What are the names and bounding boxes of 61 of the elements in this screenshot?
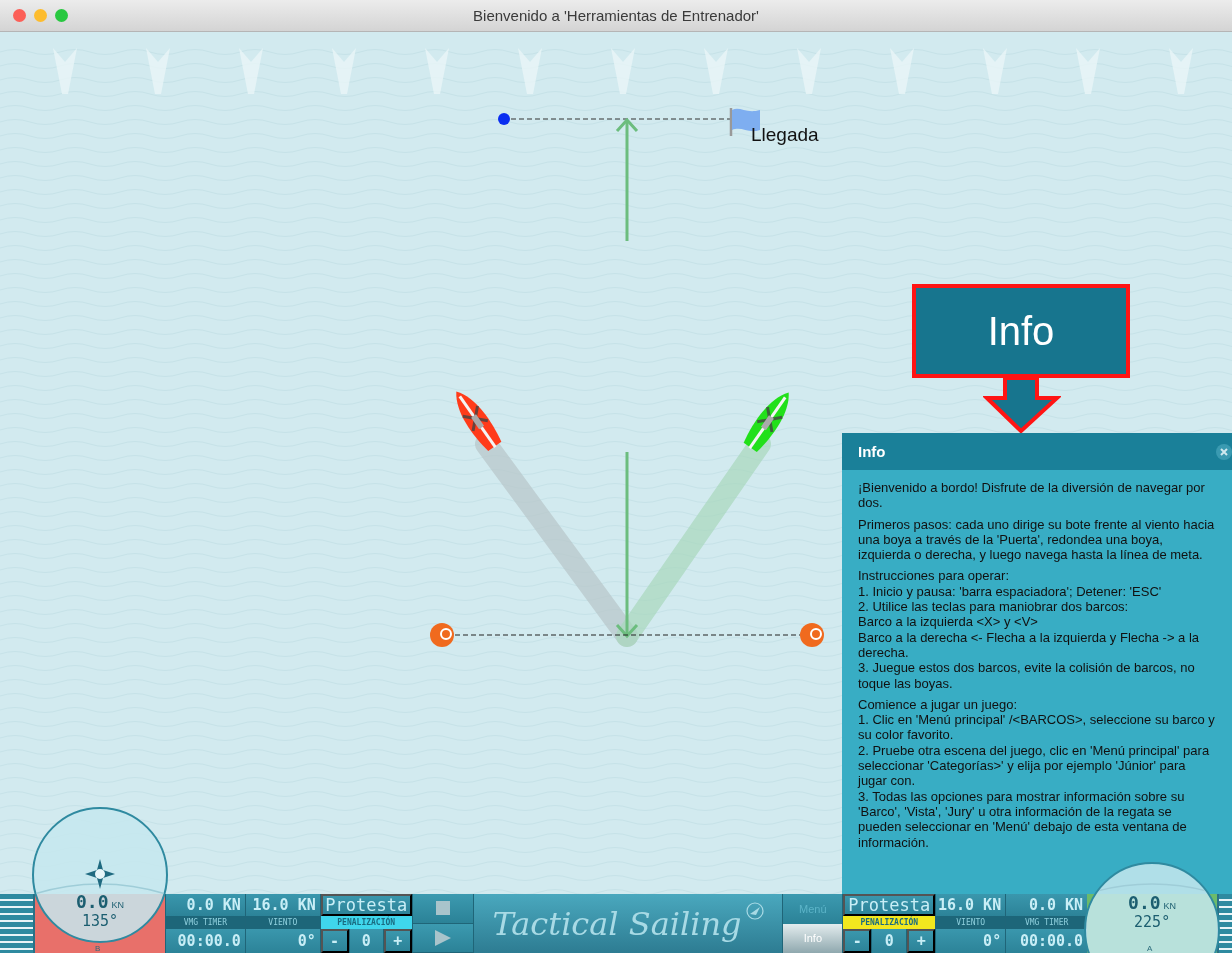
info-text: 1. Clic en 'Menú principal' /<BARCOS>, seleccione su barco y su color favorito. (858, 712, 1216, 743)
protest-button[interactable]: Protesta (843, 894, 936, 916)
vmg-timer-label: VMG TIMER (1006, 916, 1088, 929)
vmg-timer-label: VMG TIMER (165, 916, 245, 929)
penalty-label: PENALIZACIÓN (320, 916, 412, 929)
info-text: 1. Inicio y pausa: 'barra espaciadora'; Detener: 'ESC' (858, 583, 1163, 600)
close-window-button[interactable] (13, 9, 26, 22)
sun-icon (84, 859, 115, 889)
panel-title: Info (858, 443, 886, 460)
info-text: Comience a jugar un juego: (858, 696, 1018, 713)
window-title: Bienvenido a 'Herramientas de Entrenador' (473, 7, 759, 24)
info-text: 3. Juegue estos dos barcos, evite la colisión de barcos, no toque las boyas. (858, 660, 1196, 691)
info-text: Primeros pasos: cada uno dirige su bote frente al viento hacia una boya a través de la 'Puerta', redondea una boya, izquierda o derecha, y luego navega hasta la línea de meta. (858, 516, 1216, 563)
wind-angle: 0° (936, 929, 1006, 953)
penalty-count: 0 (871, 929, 908, 953)
timer-value: 00:00.0 (165, 929, 245, 953)
wind-label: VIENTO (936, 916, 1006, 929)
menu-tab[interactable]: Info (783, 923, 843, 953)
heading-value: 135° (81, 912, 119, 930)
scale-ruler (1217, 894, 1232, 953)
vmg-speed: 0.0 KN (165, 894, 245, 916)
boat-speed: 0.0 (1128, 892, 1161, 913)
finish-label: Llegada (751, 124, 819, 146)
heading-value: 225° (1134, 913, 1171, 931)
decrease-button[interactable]: - (320, 929, 349, 953)
vmg-speed: 0.0 KN (1006, 894, 1088, 916)
stop-button[interactable] (412, 894, 473, 924)
info-text: 3. Todas las opciones para mostrar información sobre su 'Barco', 'Vista', 'Jury' u otra información de la regata se pueden seleccionar en 'Menú' debajo de esta ventana de información. (858, 788, 1188, 850)
scale-ruler (0, 894, 35, 953)
start-marker (498, 113, 510, 125)
boat-letter: A (1147, 944, 1153, 953)
penalty-label: PENALIZACIÓN (843, 916, 936, 929)
speed-unit: KN (1163, 901, 1177, 911)
wind-speed: 16.0 KN (245, 894, 320, 916)
timer-value: 00:00.0 (1006, 929, 1088, 953)
wind-label: VIENTO (245, 916, 320, 929)
wind-speed: 16.0 KN (936, 894, 1006, 916)
boat-letter: B (94, 944, 101, 953)
penalty-count: 0 (348, 929, 384, 953)
callout-label: Info (912, 284, 1130, 378)
info-text: ¡Bienvenido a bordo! Disfrute de la diversión de navegar por dos. (858, 480, 1206, 511)
sail-logo-icon (745, 902, 764, 920)
boat-speed: 0.0 (75, 891, 109, 912)
protest-button[interactable]: Protesta (320, 894, 412, 916)
play-icon (434, 929, 451, 946)
stop-icon (435, 901, 450, 916)
decrease-button[interactable]: - (843, 929, 872, 953)
info-text: Barco a la derecha <- Flecha a la izquierda y Flecha -> a la derecha. (858, 629, 1201, 661)
info-text: 2. Utilice las teclas para maniobrar dos barcos: (858, 599, 1130, 615)
info-text: 2. Pruebe otra escena del juego, clic en 'Menú principal' para seleccionar 'Categorías>' y elija por ejemplo 'Júnior' para jugar con. (858, 742, 1211, 789)
wind-angle: 0° (245, 929, 320, 953)
increase-button[interactable]: + (907, 929, 936, 953)
buoy (430, 623, 454, 647)
increase-button[interactable]: + (383, 929, 412, 953)
play-button[interactable] (412, 923, 473, 953)
speed-unit: KN (111, 900, 124, 910)
buoy (800, 623, 824, 647)
info-text: Barco a la izquierda <X> y <V> (858, 614, 1039, 630)
close-icon[interactable] (1216, 443, 1232, 460)
info-text: Instrucciones para operar: (858, 568, 1011, 584)
logo-text: Tactical Sailing (492, 904, 742, 943)
